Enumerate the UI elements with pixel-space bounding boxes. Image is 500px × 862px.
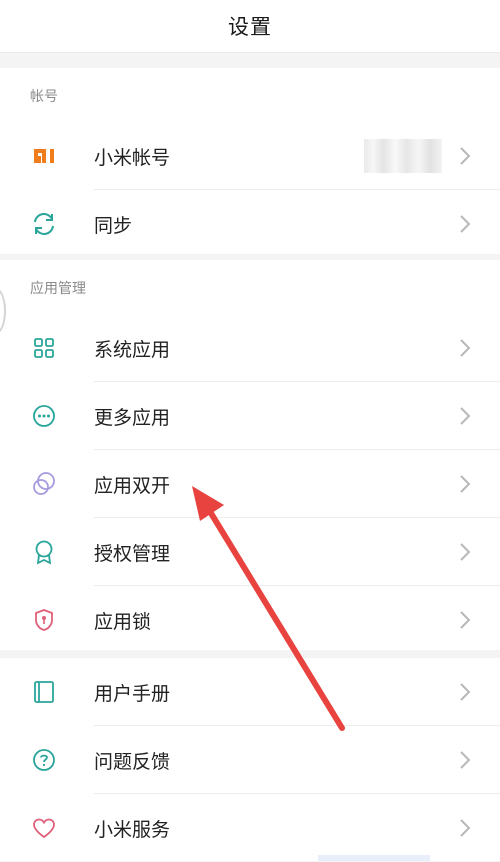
annotation-arrow-icon	[192, 486, 345, 731]
